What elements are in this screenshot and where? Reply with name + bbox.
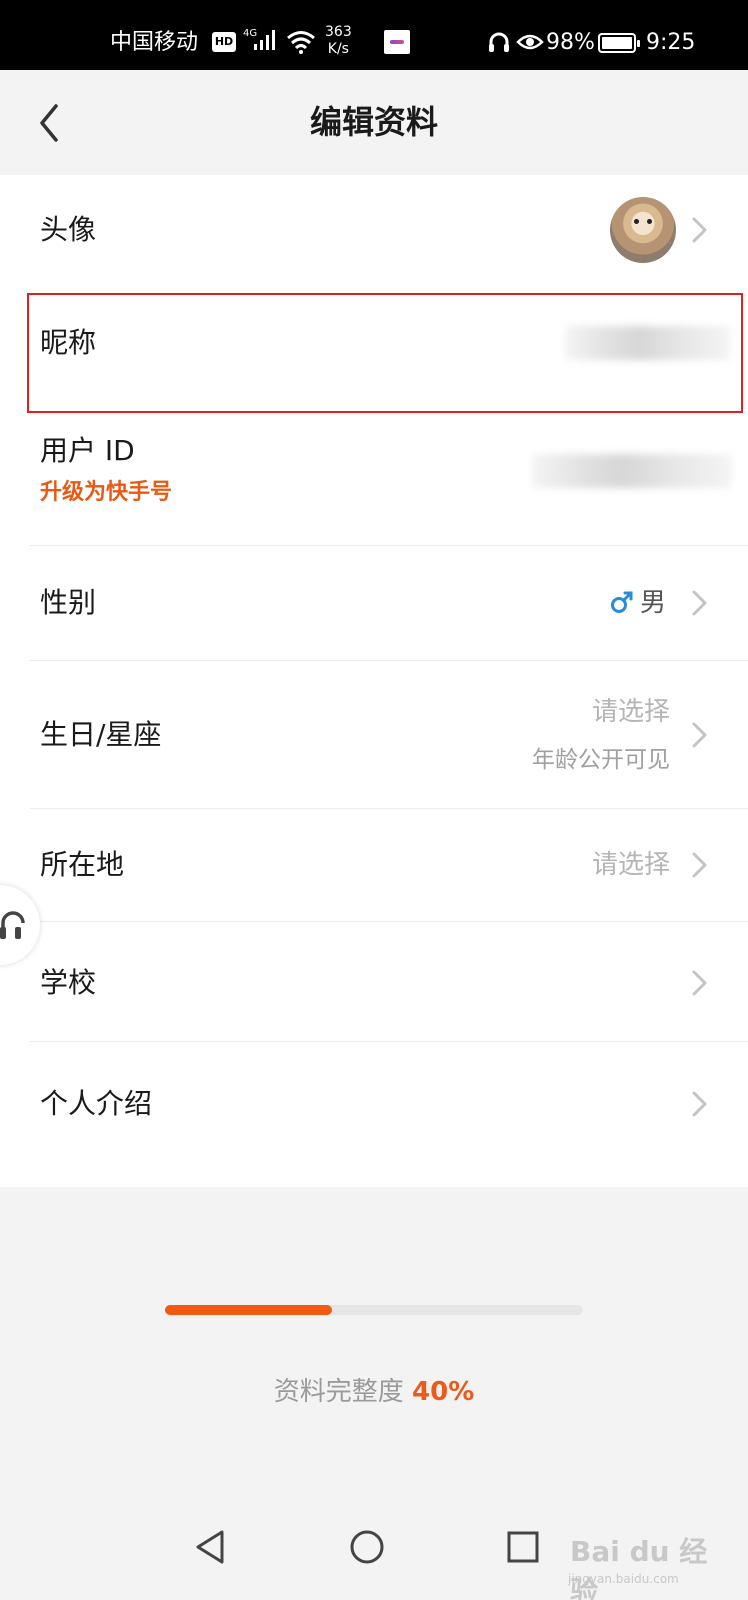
network-speed: 363 K/s xyxy=(325,24,352,58)
watermark-url: jingyan.baidu.com xyxy=(568,1572,679,1586)
chevron-right-icon xyxy=(692,1091,707,1117)
male-icon xyxy=(611,591,633,613)
headset-icon xyxy=(0,911,25,939)
row-location[interactable]: 所在地 请选择 xyxy=(0,809,748,922)
row-label: 生日/星座 xyxy=(40,718,162,751)
row-birthday[interactable]: 生日/星座 请选择 年龄公开可见 xyxy=(0,661,748,809)
chevron-right-icon xyxy=(692,722,707,748)
profile-field-list: 头像 昵称 用户 ID 升级为快手号 性别 男 生日/星座 请选择 年龄公开可见 xyxy=(0,175,748,1187)
profile-completeness-text: 资料完整度 40% xyxy=(0,1375,748,1409)
chevron-right-icon xyxy=(692,590,707,616)
birthday-value: 请选择 xyxy=(591,697,670,727)
avatar[interactable] xyxy=(610,197,676,263)
birthday-visibility-note: 年龄公开可见 xyxy=(532,747,670,773)
status-bar: 中国移动 HD 4G 363 K/s 98% 9:25 xyxy=(0,0,748,70)
profile-completeness-fill xyxy=(165,1305,333,1315)
upgrade-kuaishou-id-link[interactable]: 升级为快手号 xyxy=(40,479,172,507)
user-id-value-redacted xyxy=(532,454,732,488)
battery-percent: 98% xyxy=(546,30,595,55)
chevron-right-icon xyxy=(692,217,707,243)
speed-unit: K/s xyxy=(327,41,349,57)
page-title: 编辑资料 xyxy=(309,103,438,141)
speed-value: 363 xyxy=(325,24,352,40)
profile-completeness-bar xyxy=(165,1305,583,1315)
completeness-label: 资料完整度 xyxy=(273,1377,404,1407)
chevron-right-icon xyxy=(692,852,707,878)
clock: 9:25 xyxy=(646,30,696,55)
row-avatar[interactable]: 头像 xyxy=(0,175,748,285)
row-label: 所在地 xyxy=(40,848,125,881)
row-label: 性别 xyxy=(40,586,97,619)
chevron-right-icon xyxy=(692,970,707,996)
battery-icon xyxy=(598,33,640,53)
app-notification-icon xyxy=(384,30,410,54)
row-label: 个人介绍 xyxy=(40,1087,153,1120)
wifi-icon xyxy=(287,31,315,54)
gender-value: 男 xyxy=(640,588,667,618)
hd-badge: HD xyxy=(212,32,236,52)
row-gender[interactable]: 性别 男 xyxy=(0,546,748,661)
row-label: 用户 ID xyxy=(40,434,135,467)
completeness-percent: 40% xyxy=(412,1377,475,1407)
highlight-box xyxy=(27,293,743,413)
headset-icon xyxy=(489,32,509,52)
eye-comfort-icon xyxy=(516,34,544,50)
location-value: 请选择 xyxy=(591,850,670,880)
back-triangle-icon[interactable] xyxy=(192,1527,232,1567)
row-label: 学校 xyxy=(40,966,97,999)
row-school[interactable]: 学校 xyxy=(0,922,748,1040)
recents-square-icon[interactable] xyxy=(503,1527,543,1567)
row-bio[interactable]: 个人介绍 xyxy=(0,1042,748,1162)
home-circle-icon[interactable] xyxy=(347,1527,387,1567)
carrier-name: 中国移动 xyxy=(110,30,199,55)
row-user-id[interactable]: 用户 ID 升级为快手号 xyxy=(0,413,748,549)
row-label: 头像 xyxy=(40,213,97,246)
signal-icon xyxy=(254,30,275,50)
page-header: 编辑资料 xyxy=(0,70,748,175)
